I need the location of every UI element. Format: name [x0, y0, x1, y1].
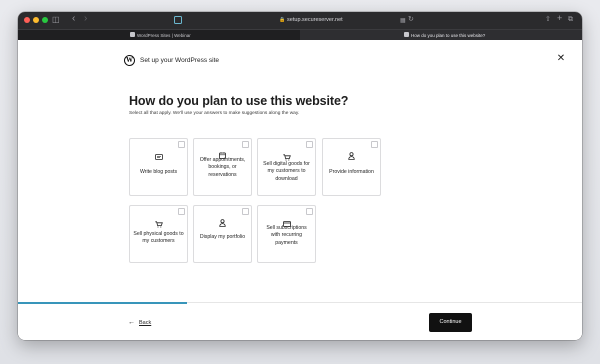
option-card-information[interactable]: Provide information — [322, 138, 381, 196]
favicon-icon — [130, 32, 135, 38]
translate-icon[interactable]: ▦ — [400, 16, 406, 26]
page-subtitle: Select all that apply. We'll use your an… — [129, 111, 300, 116]
option-label: Provide information — [329, 169, 374, 175]
option-card-portfolio[interactable]: Display my portfolio — [193, 205, 252, 263]
forward-nav-icon[interactable]: › — [84, 14, 87, 24]
option-label: Sell physical goods to my customers — [133, 231, 184, 245]
back-button[interactable]: ← Back — [128, 319, 151, 326]
arrow-left-icon: ← — [128, 319, 135, 326]
continue-button[interactable]: Continue — [429, 313, 472, 332]
wordpress-logo: W — [124, 55, 135, 66]
close-window-button[interactable] — [24, 17, 30, 23]
option-label: Sell digital goods for my customers to d… — [263, 161, 310, 182]
page-content: W Set up your WordPress site ✕ How do yo… — [18, 40, 582, 340]
option-card-blog[interactable]: Write blog posts — [129, 138, 188, 196]
option-checkbox[interactable] — [178, 208, 185, 215]
page-title: How do you plan to use this website? — [129, 94, 349, 108]
page-menu-icon[interactable] — [174, 16, 182, 24]
option-card-physical-goods[interactable]: Sell physical goods to my customers — [129, 205, 188, 263]
option-checkbox[interactable] — [178, 141, 185, 148]
close-icon[interactable]: ✕ — [556, 54, 566, 64]
person-icon — [323, 147, 380, 165]
option-label: Write blog posts — [139, 169, 178, 175]
back-label: Back — [139, 320, 152, 326]
back-nav-icon[interactable]: ‹ — [72, 14, 75, 24]
option-card-subscriptions[interactable]: Sell subscriptions with recurring paymen… — [257, 205, 316, 263]
lock-icon: 🔒 — [279, 17, 286, 23]
option-label: Display my portfolio — [199, 234, 246, 240]
sidebar-toggle-icon[interactable]: ◫ — [52, 15, 60, 25]
person-icon — [194, 214, 251, 232]
favicon-icon — [404, 32, 409, 38]
browser-titlebar: ◫ ‹ › 🔒 setup.secureserver.net ▦ ↻ ⇧ + ⧉ — [18, 12, 582, 29]
browser-window: ◫ ‹ › 🔒 setup.secureserver.net ▦ ↻ ⇧ + ⧉… — [18, 12, 582, 340]
progress-bar — [18, 302, 188, 304]
option-label: Sell subscriptions with recurring paymen… — [266, 225, 307, 246]
zoom-window-button[interactable] — [42, 17, 48, 23]
option-label: Offer appointments, bookings, or reserva… — [199, 157, 246, 178]
share-icon[interactable]: ⇧ — [545, 15, 551, 25]
url-text: setup.secureserver.net — [287, 17, 343, 23]
address-bar[interactable]: 🔒 setup.secureserver.net — [186, 15, 436, 26]
minimize-window-button[interactable] — [33, 17, 39, 23]
header-title: Set up your WordPress site — [140, 57, 219, 64]
chat-icon — [130, 148, 187, 166]
tab-strip: WordPress Sites | Webinar How do you pla… — [18, 29, 582, 41]
option-card-digital-goods[interactable]: Sell digital goods for my customers to d… — [257, 138, 316, 196]
new-tab-icon[interactable]: + — [557, 13, 562, 23]
option-checkbox[interactable] — [306, 141, 313, 148]
option-card-appointments[interactable]: Offer appointments, bookings, or reserva… — [193, 138, 252, 196]
tab-overview-icon[interactable]: ⧉ — [568, 15, 573, 25]
reload-icon[interactable]: ↻ — [408, 15, 414, 25]
